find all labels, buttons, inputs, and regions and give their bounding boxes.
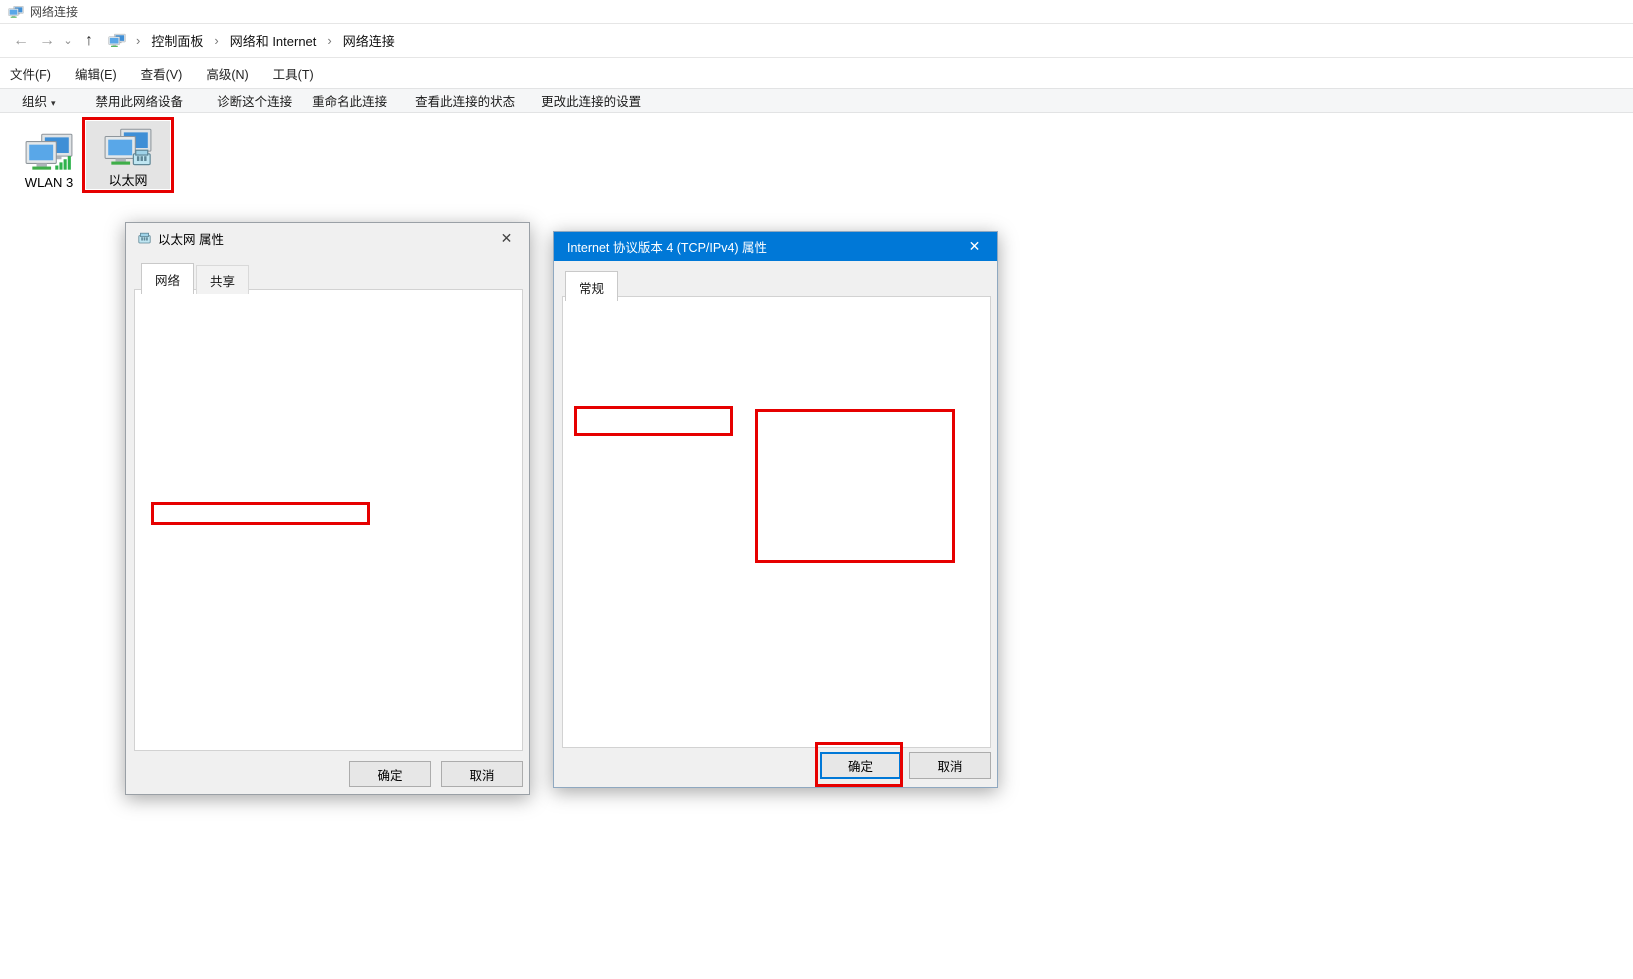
menu-file[interactable]: 文件(F) <box>10 64 51 83</box>
dropdown-arrow-icon: ▾ <box>51 98 56 108</box>
cancel-button[interactable]: 取消 <box>441 761 523 787</box>
disable-device-button[interactable]: 禁用此网络设备 <box>96 91 184 110</box>
rename-button[interactable]: 重命名此连接 <box>312 91 387 110</box>
app-icon <box>8 5 24 19</box>
adapter-ethernet[interactable]: 以太网 <box>86 121 170 189</box>
ethernet-properties-dialog: 以太网 属性 ✕ 网络 共享 连接时使用: Realtek PCIe GbE F… <box>125 222 530 795</box>
ipv4-properties-dialog: Internet 协议版本 4 (TCP/IPv4) 属性 ✕ 常规 如果网络支… <box>553 231 998 788</box>
breadcrumb-network-connections[interactable]: 网络连接 <box>340 29 398 52</box>
dialog-titlebar: Internet 协议版本 4 (TCP/IPv4) 属性 <box>554 232 997 261</box>
tab-sharing[interactable]: 共享 <box>196 265 249 294</box>
tab-general[interactable]: 常规 <box>565 271 618 301</box>
breadcrumb-separator-icon: › <box>214 33 218 48</box>
menu-tools[interactable]: 工具(T) <box>273 64 314 83</box>
adapter-label: 以太网 <box>108 170 147 189</box>
menu-advanced[interactable]: 高级(N) <box>206 64 248 83</box>
window-title: 网络连接 <box>30 3 78 20</box>
back-icon[interactable]: ← <box>8 32 34 50</box>
breadcrumb-separator-icon: › <box>136 33 140 48</box>
tab-page <box>562 296 991 748</box>
tab-page <box>134 289 523 751</box>
view-status-button[interactable]: 查看此连接的状态 <box>415 91 515 110</box>
forward-icon[interactable]: → <box>34 32 60 50</box>
menu-edit[interactable]: 编辑(E) <box>75 64 117 83</box>
history-chevron-icon[interactable]: ⌄ <box>60 34 76 47</box>
wlan-adapter-icon <box>24 133 74 173</box>
ethernet-adapter-icon <box>103 128 153 168</box>
location-icon <box>108 33 126 48</box>
tab-network[interactable]: 网络 <box>141 263 194 294</box>
up-icon[interactable]: ↑ <box>76 32 102 50</box>
adapter-label: WLAN 3 <box>25 175 73 190</box>
ethernet-port-icon <box>138 231 151 246</box>
window-titlebar: 网络连接 <box>0 0 1633 23</box>
organize-button[interactable]: 组织▾ <box>22 91 56 110</box>
change-settings-button[interactable]: 更改此连接的设置 <box>541 91 641 110</box>
tab-strip: 常规 <box>565 273 620 301</box>
tab-strip: 网络 共享 <box>141 265 251 294</box>
network-connections-window: 网络连接 ← → ⌄ ↑ › 控制面板 › 网络和 Internet › 网络连… <box>0 0 1633 979</box>
menu-view[interactable]: 查看(V) <box>141 64 183 83</box>
ok-button[interactable]: 确定 <box>349 761 431 787</box>
close-icon[interactable]: ✕ <box>484 223 529 253</box>
adapter-wlan3[interactable]: WLAN 3 <box>14 122 84 190</box>
breadcrumb: › 控制面板 › 网络和 Internet › 网络连接 <box>136 29 398 52</box>
breadcrumb-network-internet[interactable]: 网络和 Internet <box>227 29 320 52</box>
breadcrumb-separator-icon: › <box>327 33 331 48</box>
menu-bar: 文件(F) 编辑(E) 查看(V) 高级(N) 工具(T) <box>0 59 1633 87</box>
ok-button[interactable]: 确定 <box>820 752 901 779</box>
dialog-title: Internet 协议版本 4 (TCP/IPv4) 属性 <box>567 237 767 256</box>
navigation-bar: ← → ⌄ ↑ › 控制面板 › 网络和 Internet › 网络连接 <box>0 23 1633 58</box>
diagnose-button[interactable]: 诊断这个连接 <box>217 91 292 110</box>
command-toolbar: 组织▾ 禁用此网络设备 诊断这个连接 重命名此连接 查看此连接的状态 更改此连接… <box>0 88 1633 113</box>
dialog-title: 以太网 属性 <box>158 229 224 248</box>
close-icon[interactable]: ✕ <box>952 232 997 261</box>
breadcrumb-control-panel[interactable]: 控制面板 <box>148 29 206 52</box>
dialog-titlebar: 以太网 属性 <box>126 223 529 253</box>
cancel-button[interactable]: 取消 <box>909 752 991 779</box>
